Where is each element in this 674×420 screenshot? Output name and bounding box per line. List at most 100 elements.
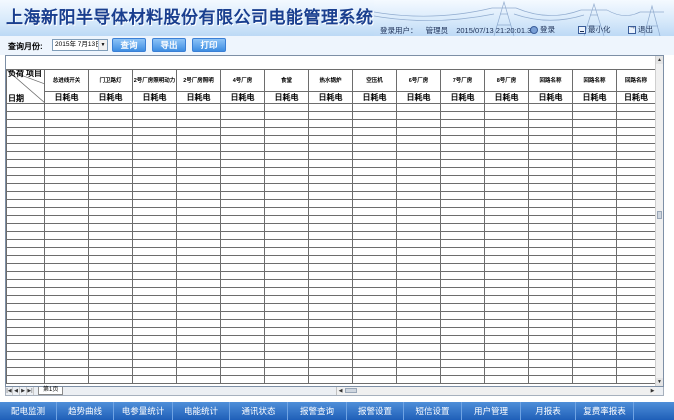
table-cell[interactable] [440, 255, 485, 264]
next-sheet-icon[interactable]: ▶ [20, 387, 27, 395]
table-cell[interactable] [308, 215, 353, 224]
table-cell[interactable] [264, 111, 309, 120]
table-cell[interactable] [484, 311, 529, 320]
table-cell[interactable] [352, 239, 397, 248]
table-cell[interactable] [264, 159, 309, 168]
table-cell[interactable] [396, 327, 441, 336]
table-cell[interactable] [352, 359, 397, 368]
table-cell[interactable] [44, 343, 89, 352]
table-cell[interactable] [176, 303, 221, 312]
table-cell[interactable] [176, 199, 221, 208]
table-cell[interactable] [176, 255, 221, 264]
table-cell[interactable] [176, 183, 221, 192]
table-cell[interactable] [132, 127, 177, 136]
table-cell[interactable] [528, 311, 573, 320]
table-cell[interactable] [220, 255, 265, 264]
table-cell[interactable] [396, 111, 441, 120]
table-cell[interactable] [220, 143, 265, 152]
scroll-up-icon[interactable]: ▲ [656, 56, 663, 64]
table-cell[interactable] [396, 295, 441, 304]
table-cell[interactable] [6, 311, 45, 320]
table-cell[interactable] [176, 191, 221, 200]
table-cell[interactable] [440, 287, 485, 296]
table-cell[interactable] [264, 295, 309, 304]
table-cell[interactable] [220, 119, 265, 128]
table-cell[interactable] [176, 151, 221, 160]
table-cell[interactable] [616, 375, 656, 384]
table-cell[interactable] [44, 151, 89, 160]
nav-item[interactable]: 用户管理 [462, 402, 521, 420]
last-sheet-icon[interactable]: ▶| [27, 387, 34, 395]
table-cell[interactable] [572, 223, 617, 232]
table-cell[interactable] [572, 159, 617, 168]
table-cell[interactable] [132, 335, 177, 344]
table-cell[interactable] [308, 375, 353, 384]
table-cell[interactable] [176, 143, 221, 152]
table-cell[interactable] [88, 303, 133, 312]
table-cell[interactable] [44, 327, 89, 336]
table-cell[interactable] [440, 215, 485, 224]
table-cell[interactable] [44, 247, 89, 256]
table-cell[interactable] [308, 231, 353, 240]
table-cell[interactable] [396, 231, 441, 240]
table-cell[interactable] [440, 111, 485, 120]
table-cell[interactable] [264, 119, 309, 128]
table-cell[interactable] [176, 295, 221, 304]
table-cell[interactable] [88, 255, 133, 264]
table-cell[interactable] [44, 119, 89, 128]
table-cell[interactable] [264, 271, 309, 280]
table-cell[interactable] [572, 111, 617, 120]
table-cell[interactable] [528, 191, 573, 200]
table-cell[interactable] [88, 183, 133, 192]
table-cell[interactable] [6, 271, 45, 280]
table-cell[interactable] [440, 159, 485, 168]
table-cell[interactable] [88, 207, 133, 216]
table-cell[interactable] [616, 111, 656, 120]
table-cell[interactable] [88, 295, 133, 304]
table-cell[interactable] [484, 127, 529, 136]
table-cell[interactable] [528, 223, 573, 232]
table-cell[interactable] [396, 159, 441, 168]
table-cell[interactable] [132, 151, 177, 160]
table-cell[interactable] [264, 287, 309, 296]
table-cell[interactable] [572, 231, 617, 240]
table-cell[interactable] [220, 287, 265, 296]
table-cell[interactable] [440, 191, 485, 200]
table-cell[interactable] [352, 223, 397, 232]
table-cell[interactable] [308, 279, 353, 288]
table-cell[interactable] [352, 151, 397, 160]
table-cell[interactable] [264, 279, 309, 288]
table-cell[interactable] [220, 111, 265, 120]
table-cell[interactable] [528, 215, 573, 224]
nav-item[interactable]: 通讯状态 [230, 402, 288, 420]
table-cell[interactable] [528, 319, 573, 328]
table-cell[interactable] [528, 231, 573, 240]
table-cell[interactable] [44, 311, 89, 320]
table-cell[interactable] [6, 279, 45, 288]
table-cell[interactable] [396, 351, 441, 360]
nav-item[interactable]: 配电监测 [0, 402, 57, 420]
table-cell[interactable] [264, 343, 309, 352]
table-cell[interactable] [264, 127, 309, 136]
table-cell[interactable] [132, 255, 177, 264]
table-cell[interactable] [264, 239, 309, 248]
table-cell[interactable] [396, 183, 441, 192]
table-cell[interactable] [264, 231, 309, 240]
table-cell[interactable] [44, 183, 89, 192]
table-cell[interactable] [264, 327, 309, 336]
table-cell[interactable] [132, 143, 177, 152]
table-cell[interactable] [220, 183, 265, 192]
table-cell[interactable] [264, 199, 309, 208]
table-cell[interactable] [484, 351, 529, 360]
table-cell[interactable] [6, 223, 45, 232]
table-cell[interactable] [44, 271, 89, 280]
table-cell[interactable] [220, 303, 265, 312]
table-cell[interactable] [176, 207, 221, 216]
table-cell[interactable] [88, 175, 133, 184]
table-cell[interactable] [352, 127, 397, 136]
table-cell[interactable] [132, 279, 177, 288]
table-cell[interactable] [176, 335, 221, 344]
table-cell[interactable] [440, 103, 485, 112]
table-cell[interactable] [616, 311, 656, 320]
table-cell[interactable] [6, 151, 45, 160]
